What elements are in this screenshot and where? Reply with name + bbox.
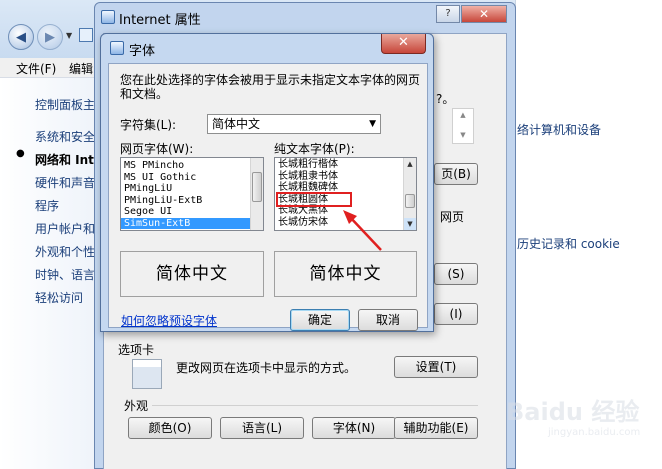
scroll-thumb[interactable]	[252, 172, 262, 202]
appearance-heading: 外观	[124, 399, 149, 413]
sidebar-item-user-accounts[interactable]: 用户帐户和	[35, 220, 95, 237]
use-blank-page-button[interactable]: 页(B)	[434, 163, 478, 185]
recent-pages-chevron-icon[interactable]: ▼	[66, 31, 72, 40]
plain-font-item[interactable]: 长城粗隶书体	[275, 171, 416, 183]
delete-button[interactable]: (S)	[434, 263, 478, 285]
ignore-fonts-link[interactable]: 如何忽略预设字体	[121, 312, 217, 329]
scroll-up-icon[interactable]: ▲	[404, 158, 416, 170]
link-history-cookies[interactable]: 历史记录和 cookie	[517, 235, 620, 252]
internet-options-title: Internet 属性	[119, 13, 201, 28]
ok-button[interactable]: 确定	[290, 309, 350, 331]
plain-font-label: 纯文本字体(P):	[274, 142, 355, 156]
fonts-button[interactable]: 字体(N)	[312, 417, 396, 439]
close-button[interactable]: ✕	[461, 5, 507, 23]
menu-edit[interactable]: 编辑	[69, 60, 93, 77]
sidebar-item-home[interactable]: 控制面板主	[35, 96, 95, 113]
web-font-scrollbar[interactable]	[250, 158, 263, 230]
sidebar-item-programs[interactable]: 程序	[35, 197, 59, 214]
tabs-heading: 选项卡	[118, 343, 155, 357]
baidu-watermark: Baidu 经验 jingyan.baidu.com	[506, 392, 656, 462]
web-font-item[interactable]: SimSun-ExtB	[121, 217, 263, 229]
plain-font-scrollbar[interactable]: ▲ ▼	[403, 158, 416, 230]
tabs-settings-button[interactable]: 设置(T)	[394, 356, 478, 378]
fonts-dialog-close-button[interactable]: ✕	[381, 34, 426, 54]
web-font-item[interactable]: MS UI Gothic	[121, 172, 263, 184]
fonts-dialog-body: 您在此处选择的字体会被用于显示未指定文本字体的网页和文档。 字符集(L): 简体…	[108, 63, 428, 331]
internet-options-icon	[101, 10, 115, 24]
web-font-item[interactable]: Segoe UI	[121, 206, 263, 218]
scroll-thumb[interactable]	[405, 194, 415, 208]
address-list-scrollbar[interactable]: ▲ ▼	[452, 108, 474, 144]
fonts-dialog-icon	[110, 41, 124, 55]
chevron-down-icon: ▼	[369, 119, 376, 129]
sidebar-item-ease-of-access[interactable]: 轻松访问	[35, 289, 83, 306]
tabs-description: 更改网页在选项卡中显示的方式。	[176, 361, 357, 375]
control-panel-menubar: 文件(F) 编辑	[0, 58, 100, 78]
control-panel-sidebar: 控制面板主 系统和安全 ● 网络和 Inte 硬件和声音 程序 用户帐户和 外观…	[0, 78, 102, 469]
charset-label: 字符集(L):	[120, 118, 177, 132]
plain-font-preview: 简体中文	[274, 251, 417, 297]
back-icon[interactable]: ◀	[8, 24, 34, 50]
fonts-dialog-description: 您在此处选择的字体会被用于显示未指定文本字体的网页和文档。	[120, 73, 421, 101]
sidebar-item-network-internet[interactable]: 网络和 Inte	[35, 151, 102, 168]
sidebar-item-system-security[interactable]: 系统和安全	[35, 128, 95, 145]
forward-icon[interactable]: ▶	[37, 24, 63, 50]
fonts-dialog: 字体 ✕ 您在此处选择的字体会被用于显示未指定文本字体的网页和文档。 字符集(L…	[100, 33, 434, 332]
charset-value: 简体中文	[212, 117, 261, 131]
control-panel-icon	[79, 28, 93, 42]
red-arrow-icon	[343, 210, 382, 251]
languages-button[interactable]: 语言(L)	[220, 417, 304, 439]
active-bullet-icon: ●	[16, 148, 25, 159]
web-font-label: 网页字体(W):	[120, 142, 194, 156]
watermark-subtext: jingyan.baidu.com	[548, 427, 641, 438]
scroll-down-icon[interactable]: ▼	[404, 218, 416, 230]
home-fragment-text: 网页	[440, 210, 465, 224]
web-font-item[interactable]: PMingLiU	[121, 183, 263, 195]
menu-file[interactable]: 文件(F)	[16, 60, 56, 77]
web-font-item[interactable]: PMingLiU-ExtB	[121, 195, 263, 207]
appearance-divider	[152, 405, 478, 406]
top-right-fragment: ?。	[436, 92, 455, 106]
highlight-box	[276, 192, 352, 207]
web-font-preview: 简体中文	[120, 251, 264, 297]
accessibility-button[interactable]: 辅助功能(E)	[394, 417, 478, 439]
plain-font-item[interactable]: 长城粗行楷体	[275, 159, 416, 171]
fonts-dialog-title: 字体	[129, 44, 156, 59]
charset-select[interactable]: 简体中文 ▼	[207, 114, 381, 134]
watermark-text: Baidu 经验	[506, 398, 640, 426]
history-settings-button[interactable]: (I)	[434, 303, 478, 325]
link-network-computers[interactable]: 络计算机和设备	[517, 121, 601, 138]
colors-button[interactable]: 颜色(O)	[128, 417, 212, 439]
web-font-list[interactable]: MS PMincho MS UI Gothic PMingLiU PMingLiU-E…	[120, 157, 264, 231]
web-font-item[interactable]: MS PMincho	[121, 160, 263, 172]
tabs-icon	[132, 359, 162, 389]
sidebar-item-appearance[interactable]: 外观和个性	[35, 243, 95, 260]
help-button[interactable]: ?	[436, 5, 460, 23]
sidebar-item-clock-language[interactable]: 时钟、语言	[35, 266, 95, 283]
cancel-button[interactable]: 取消	[358, 309, 418, 331]
sidebar-item-hardware-sound[interactable]: 硬件和声音	[35, 174, 95, 191]
